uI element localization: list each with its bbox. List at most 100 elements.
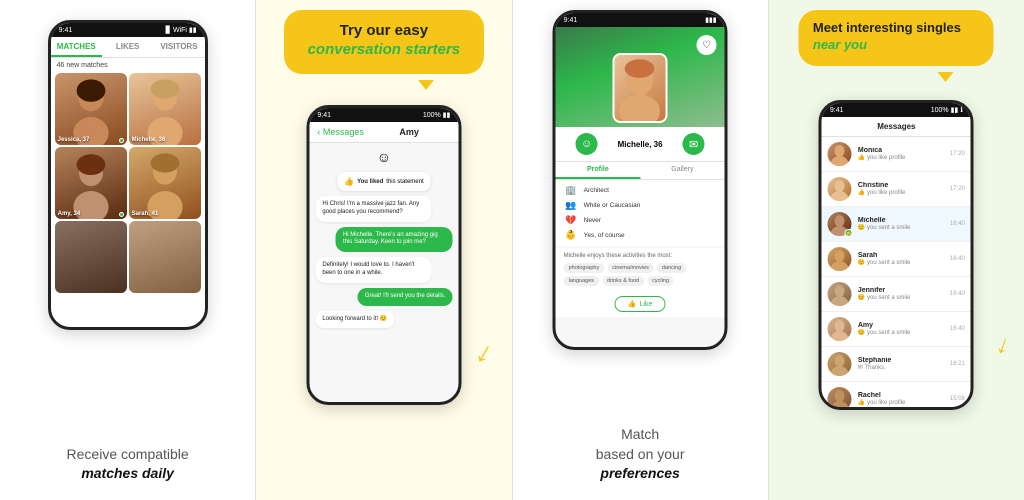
messages-list: Monica 👍 you like profile 17:20 Christin…	[822, 137, 971, 410]
msg-item-christine[interactable]: Christine 👍 you like profile 17:20	[822, 172, 971, 207]
avatar-monica	[828, 142, 852, 166]
phone-frame-messages: 9:41 100% ▮▮ ℹ Messages Monica 👍 you lik…	[819, 100, 974, 410]
msg-sent-2: Great! I'll send you the details.	[358, 288, 453, 306]
tag-dancing: dancing	[657, 263, 686, 273]
status-time: 9:41	[59, 27, 73, 34]
phone-frame-chat: 9:41 100% ▮▮ ‹ Messages Amy ☺ 👍 You like…	[306, 105, 461, 405]
match-amy[interactable]: Amy, 34	[55, 147, 127, 219]
matches-count: 46 new matches	[51, 58, 205, 71]
msg-sent-1: Hi Michelle. There's an amazing gig this…	[336, 227, 452, 253]
avatar-stephanie	[828, 352, 852, 376]
match-jessica-dot	[119, 138, 124, 143]
match-jessica[interactable]: Jessica, 37	[55, 73, 127, 145]
interests-label: Michelle enjoys these activities the mos…	[564, 253, 717, 259]
match-extra1[interactable]	[55, 221, 127, 293]
yellow-arrow-2: ↓	[469, 335, 499, 372]
panel-conversation: Try our easy conversation starters 9:41 …	[256, 0, 512, 500]
conversation-bubble: Try our easy conversation starters	[284, 10, 484, 74]
match-extra2[interactable]	[129, 221, 201, 293]
like-button-row: 👍 Like	[556, 291, 725, 317]
msg-received-3: Looking forward to it! 😊	[315, 311, 394, 329]
status-bar-3: 9:41 ▮▮▮	[556, 13, 725, 27]
msg-item-rachel[interactable]: Rachel 👍 you like profile 15:08	[822, 382, 971, 410]
match-sarah[interactable]: Sarah, 41	[129, 147, 201, 219]
chat-header: ‹ Messages Amy	[309, 122, 458, 143]
profile-info: 🏢 Architect 👥 White or Caucasian 💔 Never…	[556, 180, 725, 246]
info-row-ethnicity: 👥 White or Caucasian	[564, 200, 717, 211]
panel-matches: 9:41 ▊ WiFi ▮▮ MATCHES LIKES VISITORS 46…	[0, 0, 256, 500]
avatar-amy	[828, 317, 852, 341]
panel-3-bottom: Match based on your preferences	[513, 425, 768, 484]
tag-languages: languages	[564, 276, 599, 286]
message-action[interactable]: ✉	[683, 133, 705, 155]
msg-content-monica: Monica 👍 you like profile	[858, 147, 944, 161]
tag-cycling: cycling	[647, 276, 674, 286]
match-amy-label: Amy, 34	[58, 211, 81, 217]
status-bar-1: 9:41 ▊ WiFi ▮▮	[51, 23, 205, 37]
profile-avatar	[613, 53, 668, 123]
panel-profile: 9:41 ▮▮▮ ♡ ☺ Michelle, 36 ✉ Profile Gall…	[513, 0, 769, 500]
avatar-jennifer	[828, 282, 852, 306]
msg-received-1: Hi Chris! I'm a massive jazz fan. Any go…	[315, 196, 431, 222]
smiley-action[interactable]: ☺	[576, 133, 598, 155]
msg-content-stephanie: Stephanie ✉ Thanks.	[858, 357, 944, 371]
info-row-job: 🏢 Architect	[564, 185, 717, 196]
info-row-relationship: 💔 Never	[564, 215, 717, 226]
profile-actions: ☺ Michelle, 36 ✉	[556, 127, 725, 162]
msg-item-stephanie[interactable]: Stephanie ✉ Thanks. 16:21	[822, 347, 971, 382]
meet-bubble: Meet interesting singles near you	[799, 10, 994, 66]
msg-content-michelle: Michelle 😊 you sent a smile	[858, 217, 944, 231]
profile-interests: Michelle enjoys these activities the mos…	[556, 248, 725, 291]
status-bar-2: 9:41 100% ▮▮	[309, 108, 458, 122]
msg-content-sarah: Sarah 😊 you sent a smile	[858, 252, 944, 266]
tag-drinks: drinks & food	[602, 276, 644, 286]
msg-content-rachel: Rachel 👍 you like profile	[858, 392, 944, 406]
msg-item-monica[interactable]: Monica 👍 you like profile 17:20	[822, 137, 971, 172]
chat-smiley: ☺	[315, 149, 452, 165]
msg-received-2: Definitely! I would love to. I haven't b…	[315, 257, 431, 283]
status-icons: ▊ WiFi ▮▮	[166, 26, 197, 34]
matches-grid: Jessica, 37 Michelle, 36 Amy, 34	[51, 71, 205, 295]
phone-frame-profile: 9:41 ▮▮▮ ♡ ☺ Michelle, 36 ✉ Profile Gall…	[553, 10, 728, 350]
match-amy-dot	[119, 212, 124, 217]
yellow-arrow-4: ↓	[992, 328, 1015, 362]
msg-item-sarah[interactable]: Sarah 😊 you sent a smile 16:40	[822, 242, 971, 277]
profile-name-center: Michelle, 36	[618, 140, 663, 149]
tab-matches[interactable]: MATCHES	[51, 37, 102, 57]
info-row-children: 👶 Yes, of course	[564, 230, 717, 241]
avatar-rachel	[828, 387, 852, 410]
tab-likes[interactable]: LIKES	[102, 37, 153, 57]
profile-tabs: Profile Gallery	[556, 162, 725, 180]
avatar-michelle: 😊	[828, 212, 852, 236]
tag-photography: photography	[564, 263, 605, 273]
match-jessica-label: Jessica, 37	[58, 137, 90, 143]
match-michelle-label: Michelle, 36	[132, 137, 166, 143]
avatar-sarah	[828, 247, 852, 271]
match-sarah-label: Sarah, 41	[132, 211, 159, 217]
matches-tabs: MATCHES LIKES VISITORS	[51, 37, 205, 58]
msg-item-jennifer[interactable]: Jennifer 😊 you sent a smile 16:40	[822, 277, 971, 312]
like-button[interactable]: 👍 Like	[615, 296, 666, 312]
status-bar-4: 9:41 100% ▮▮ ℹ	[822, 103, 971, 117]
liked-statement: 👍 You liked this statement	[337, 172, 431, 191]
chat-name: Amy	[368, 127, 450, 137]
messages-header: Messages	[822, 117, 971, 137]
msg-content-jennifer: Jennifer 😊 you sent a smile	[858, 287, 944, 301]
tab-profile-view[interactable]: Profile	[556, 162, 641, 179]
msg-content-christine: Christine 👍 you like profile	[858, 182, 944, 196]
panel-messages: Meet interesting singles near you 9:41 1…	[769, 0, 1024, 500]
tab-visitors[interactable]: VISITORS	[153, 37, 204, 57]
msg-item-michelle[interactable]: 😊 Michelle 😊 you sent a smile 16:40	[822, 207, 971, 242]
phone-frame-matches: 9:41 ▊ WiFi ▮▮ MATCHES LIKES VISITORS 46…	[48, 20, 208, 330]
match-michelle[interactable]: Michelle, 36	[129, 73, 201, 145]
back-button[interactable]: ‹ Messages	[317, 127, 364, 137]
heart-icon[interactable]: ♡	[697, 35, 717, 55]
tab-gallery[interactable]: Gallery	[640, 162, 725, 179]
interest-tags: photography cinema/movies dancing langua…	[564, 263, 717, 286]
msg-item-amy[interactable]: Amy 😊 you sent a smile 16:40	[822, 312, 971, 347]
chat-body: ☺ 👍 You liked this statement Hi Chris! I…	[309, 143, 458, 334]
msg-content-amy: Amy 😊 you sent a smile	[858, 322, 944, 336]
profile-header-image: ♡	[556, 27, 725, 127]
panel-1-bottom: Receive compatible matches daily	[0, 445, 255, 484]
avatar-christine	[828, 177, 852, 201]
